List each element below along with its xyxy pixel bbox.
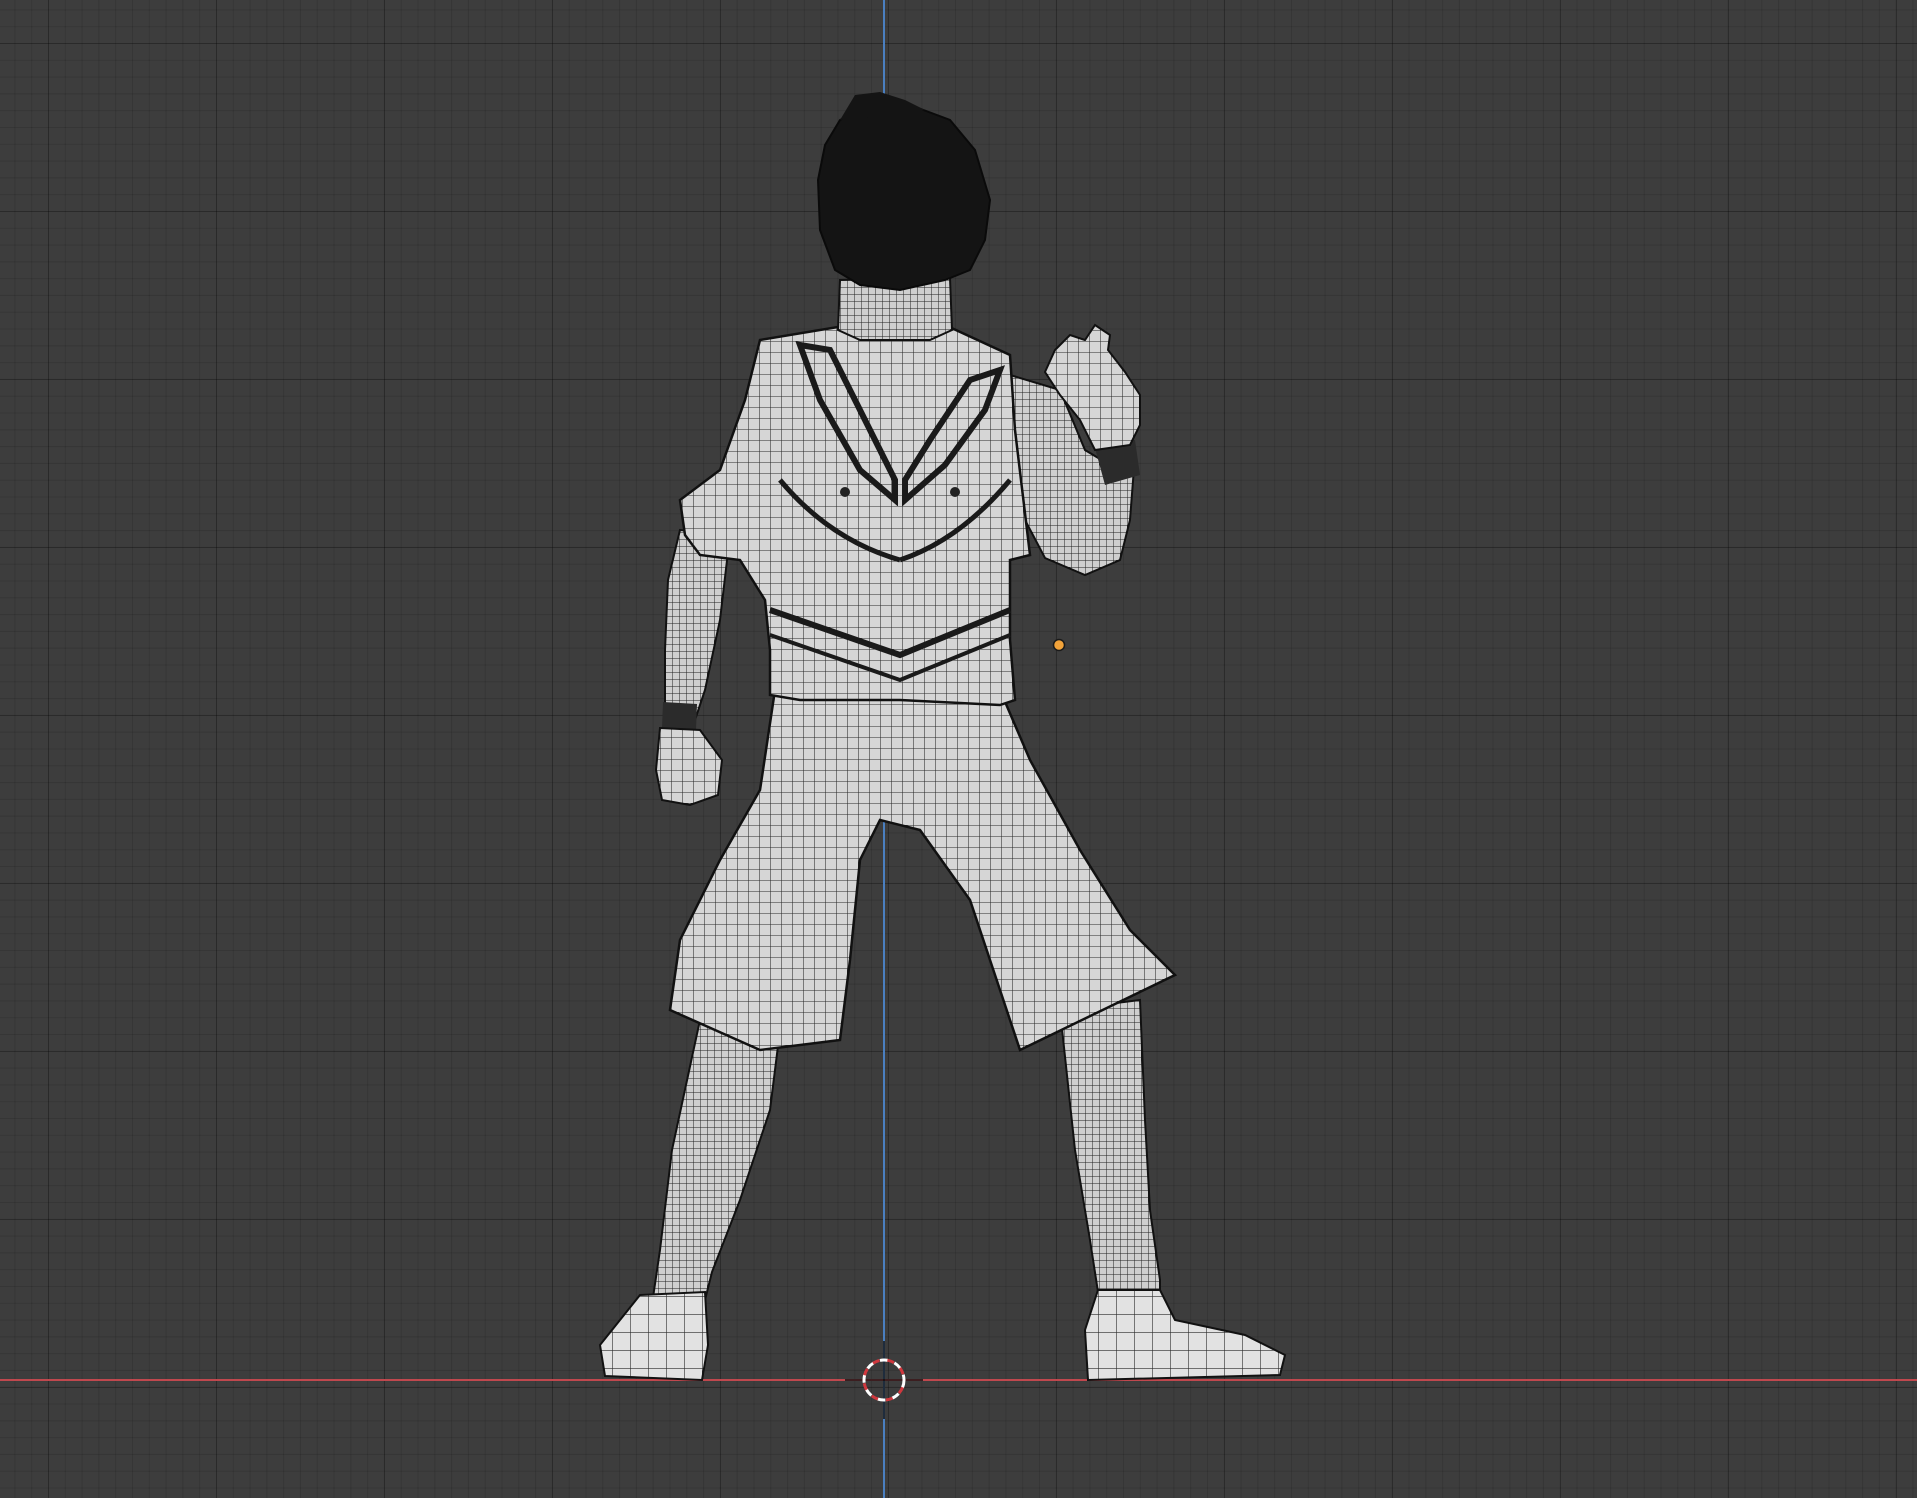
left-shoe-mesh[interactable]: [598, 1290, 710, 1382]
3d-viewport[interactable]: [0, 0, 1917, 1498]
left-arm-mesh[interactable]: [664, 528, 732, 724]
3d-cursor-icon[interactable]: [845, 1341, 923, 1419]
right-shoe-mesh[interactable]: [1083, 1289, 1287, 1382]
hair-mesh[interactable]: [816, 104, 992, 292]
shorts-mesh[interactable]: [668, 688, 1178, 1052]
character-mesh[interactable]: [598, 92, 1287, 1382]
right-leg-mesh[interactable]: [1058, 998, 1161, 1307]
left-wristband: [662, 702, 697, 730]
object-origin-dot[interactable]: [1052, 638, 1066, 652]
viewport-canvas[interactable]: [0, 0, 1917, 1498]
left-fist-mesh[interactable]: [654, 726, 724, 807]
left-leg-mesh[interactable]: [648, 1018, 782, 1320]
button-left: [840, 487, 850, 497]
button-right: [950, 487, 960, 497]
